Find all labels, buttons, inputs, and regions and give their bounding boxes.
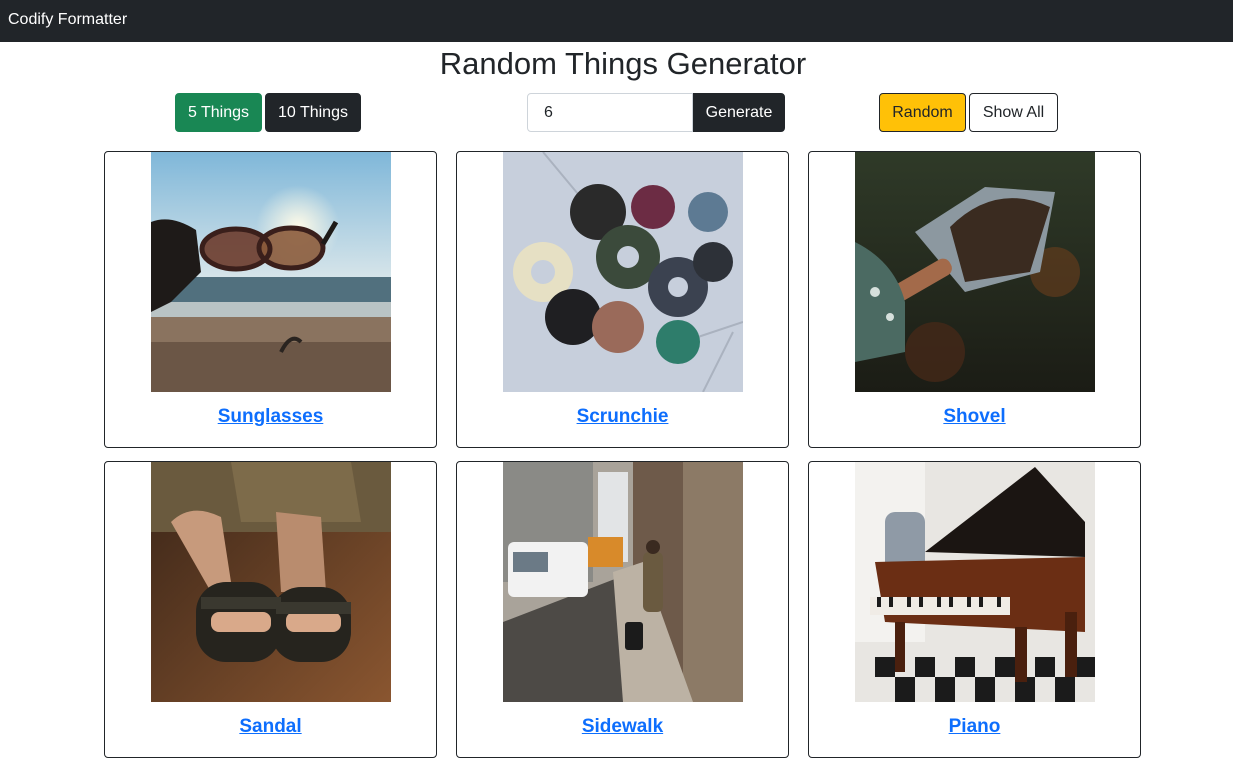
item-card-shovel: Shovel <box>808 151 1141 448</box>
item-card-sandal: Sandal <box>104 461 437 758</box>
ten-things-button[interactable]: 10 Things <box>265 93 361 132</box>
sidewalk-image <box>503 462 743 702</box>
generate-button[interactable]: Generate <box>693 93 785 132</box>
item-link-piano[interactable]: Piano <box>809 714 1140 740</box>
item-link-sunglasses[interactable]: Sunglasses <box>105 404 436 430</box>
five-things-button[interactable]: 5 Things <box>175 93 262 132</box>
item-card-sunglasses: Sunglasses <box>104 151 437 448</box>
item-link-sandal[interactable]: Sandal <box>105 714 436 740</box>
count-input[interactable] <box>527 93 693 132</box>
scrunchie-image <box>503 152 743 392</box>
sunglasses-image <box>151 152 391 392</box>
shovel-image <box>855 152 1095 392</box>
item-card-sidewalk: Sidewalk <box>456 461 789 758</box>
sandal-image <box>151 462 391 702</box>
item-link-sidewalk[interactable]: Sidewalk <box>457 714 788 740</box>
navbar-brand[interactable]: Codify Formatter <box>8 10 127 30</box>
item-card-piano: Piano <box>808 461 1141 758</box>
item-card-scrunchie: Scrunchie <box>456 151 789 448</box>
random-button[interactable]: Random <box>879 93 966 132</box>
item-link-shovel[interactable]: Shovel <box>809 404 1140 430</box>
piano-image <box>855 462 1095 702</box>
item-link-scrunchie[interactable]: Scrunchie <box>457 404 788 430</box>
show-all-button[interactable]: Show All <box>969 93 1058 132</box>
page-title: Random Things Generator <box>439 46 807 81</box>
navbar: Codify Formatter <box>0 0 1233 42</box>
